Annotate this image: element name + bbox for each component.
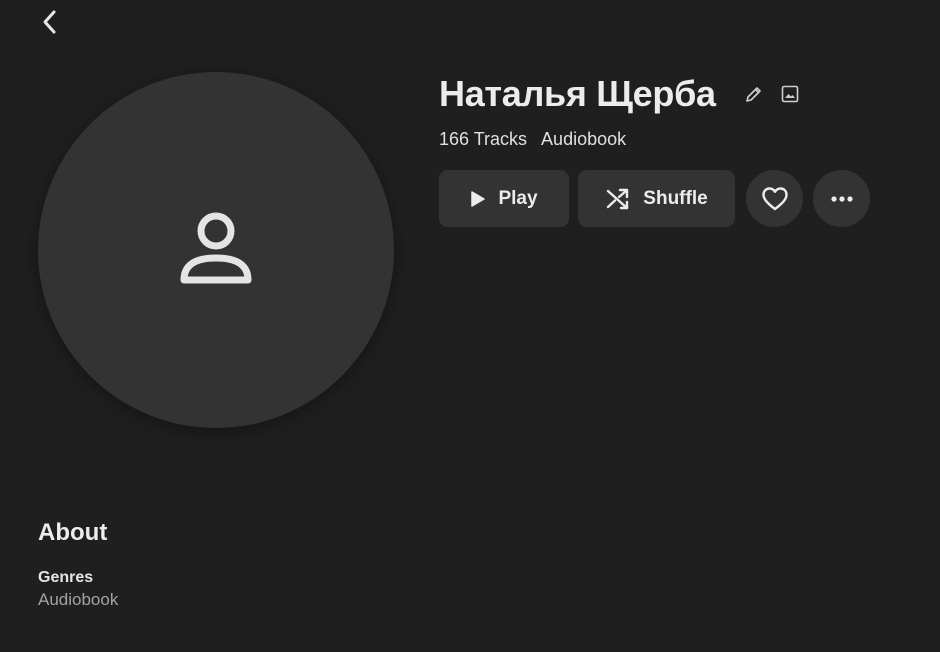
more-options-button[interactable] (813, 170, 870, 227)
artist-avatar (38, 72, 394, 428)
artist-name: Наталья Щерба (439, 73, 716, 114)
edit-button[interactable] (740, 80, 768, 108)
about-title: About (38, 519, 108, 546)
track-count: 166 Tracks (439, 129, 528, 149)
action-bar: Play Shuffle (439, 170, 940, 227)
play-icon (471, 190, 486, 207)
pencil-icon (745, 87, 761, 102)
heart-icon (761, 186, 788, 210)
shuffle-icon (607, 188, 629, 209)
shuffle-label: Shuffle (643, 187, 708, 209)
more-horizontal-icon (830, 195, 853, 202)
change-image-button[interactable] (776, 80, 804, 108)
play-button[interactable]: Play (439, 170, 569, 227)
title-row: Наталья Щерба (439, 72, 940, 116)
genres-label: Genres (38, 569, 94, 586)
artist-header: Наталья Щерба 166 Tracks Audiobook Play … (439, 72, 940, 227)
back-button[interactable] (34, 6, 66, 38)
artist-page: Наталья Щерба 166 Tracks Audiobook Play … (0, 0, 940, 652)
person-icon (180, 212, 252, 284)
like-button[interactable] (746, 170, 803, 227)
genres-value: Audiobook (38, 590, 119, 609)
chevron-left-icon (43, 10, 56, 34)
shuffle-button[interactable]: Shuffle (578, 170, 735, 227)
artist-meta: 166 Tracks Audiobook (439, 129, 940, 150)
image-icon (781, 85, 799, 103)
play-label: Play (498, 187, 538, 209)
artist-category: Audiobook (541, 129, 627, 149)
about-section: About Genres Audiobook (38, 519, 118, 610)
